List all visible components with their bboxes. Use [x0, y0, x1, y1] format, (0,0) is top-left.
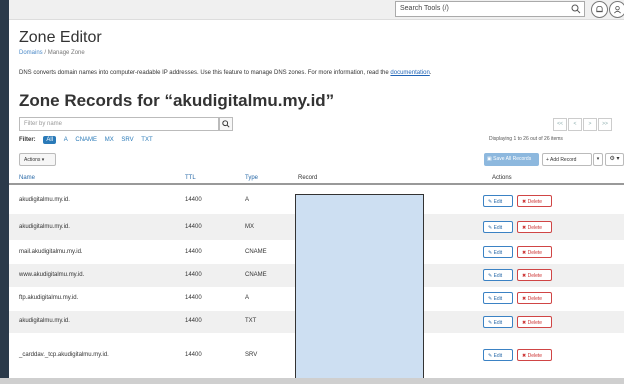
delete-button[interactable]: ✖ Delete: [517, 269, 552, 281]
row-type: SRV: [245, 352, 258, 358]
edit-button[interactable]: ✎ Edit: [483, 246, 513, 258]
bottom-scroll-strip: [0, 378, 624, 384]
search-tools-input[interactable]: Search Tools (/): [395, 1, 585, 17]
search-icon[interactable]: [571, 4, 581, 14]
search-icon: [222, 120, 230, 128]
last-page-button[interactable]: >>: [598, 118, 612, 131]
edit-button[interactable]: ✎ Edit: [483, 269, 513, 281]
edit-button[interactable]: ✎ Edit: [483, 316, 513, 328]
edit-button[interactable]: ✎ Edit: [483, 195, 513, 207]
notifications-button[interactable]: [591, 1, 608, 18]
search-placeholder: Search Tools (/): [400, 5, 449, 12]
row-ttl: 14400: [185, 352, 202, 358]
filter-row: Filter: All A CNAME MX SRV TXT: [19, 136, 153, 144]
user-icon: [614, 5, 621, 14]
breadcrumb: Domains / Manage Zone: [19, 50, 85, 56]
filter-by-name-input[interactable]: Filter by name: [19, 117, 219, 131]
display-count: Displaying 1 to 26 out of 26 items: [489, 136, 563, 142]
edit-button[interactable]: ✎ Edit: [483, 349, 513, 361]
header-type[interactable]: Type: [245, 175, 258, 181]
filter-chip-cname[interactable]: CNAME: [75, 137, 97, 143]
save-all-label: Save All Records: [493, 156, 532, 162]
page-title: Zone Editor: [19, 29, 102, 46]
delete-button[interactable]: ✖ Delete: [517, 316, 552, 328]
row-type: A: [245, 295, 250, 301]
edit-button[interactable]: ✎ Edit: [483, 292, 513, 304]
documentation-link[interactable]: documentation: [390, 70, 429, 76]
first-page-button[interactable]: <<: [553, 118, 567, 131]
delete-button[interactable]: ✖ Delete: [517, 195, 552, 207]
header-actions: Actions: [492, 175, 512, 181]
breadcrumb-separator: /: [44, 50, 47, 56]
zone-records-heading: Zone Records for “akudigitalmu.my.id”: [19, 91, 335, 110]
row-type: CNAME: [245, 272, 267, 278]
zone-editor-page: Search Tools (/) Zone Editor Domains / M…: [9, 0, 624, 384]
row-ttl: 14400: [185, 318, 202, 324]
filter-chip-all[interactable]: All: [43, 136, 57, 144]
header-record: Record: [298, 175, 318, 181]
intro-period: .: [429, 70, 432, 76]
intro-body: DNS converts domain names into computer-…: [19, 70, 389, 76]
add-record-button[interactable]: + Add Record: [542, 153, 592, 166]
breadcrumb-domains-link[interactable]: Domains: [19, 50, 43, 56]
left-edge: [0, 0, 9, 384]
delete-button[interactable]: ✖ Delete: [517, 292, 552, 304]
row-name: ftp.akudigitalmu.my.id.: [19, 295, 79, 301]
redacted-record-values: [295, 194, 424, 379]
row-name: akudigitalmu.my.id.: [19, 224, 70, 230]
filter-chip-a[interactable]: A: [64, 137, 68, 143]
row-type: TXT: [245, 318, 257, 324]
next-page-button[interactable]: >: [583, 118, 597, 131]
header-name[interactable]: Name: [19, 175, 35, 181]
pagination: << < > >>: [553, 118, 612, 131]
row-name: _carddav._tcp.akudigitalmu.my.id.: [19, 352, 109, 358]
table-header: Name TTL Type Record Actions: [9, 172, 624, 185]
filter-chip-srv[interactable]: SRV: [121, 137, 133, 143]
prev-page-button[interactable]: <: [568, 118, 582, 131]
add-record-caret[interactable]: ▾: [593, 153, 603, 166]
row-ttl: 14400: [185, 272, 202, 278]
delete-button[interactable]: ✖ Delete: [517, 246, 552, 258]
user-menu-button[interactable]: [609, 1, 624, 18]
actions-dropdown[interactable]: Actions ▾: [19, 153, 56, 166]
delete-button[interactable]: ✖ Delete: [517, 349, 552, 361]
row-ttl: 14400: [185, 224, 202, 230]
breadcrumb-current: Manage Zone: [47, 50, 85, 56]
row-type: CNAME: [245, 249, 267, 255]
row-type: A: [245, 197, 250, 203]
edit-button[interactable]: ✎ Edit: [483, 221, 513, 233]
row-name: akudigitalmu.my.id.: [19, 197, 70, 203]
filter-chip-mx[interactable]: MX: [105, 137, 114, 143]
settings-gear-button[interactable]: ⚙ ▾: [605, 153, 624, 166]
row-ttl: 14400: [185, 295, 202, 301]
row-name: akudigitalmu.my.id.: [19, 318, 70, 324]
row-ttl: 14400: [185, 249, 202, 255]
row-name: www.akudigitalmu.my.id.: [19, 272, 85, 278]
row-ttl: 14400: [185, 197, 202, 203]
row-type: MX: [245, 224, 254, 230]
filter-search-button[interactable]: [219, 117, 233, 131]
bell-icon: [596, 5, 603, 13]
intro-text: DNS converts domain names into computer-…: [19, 70, 431, 76]
top-bar: Search Tools (/): [9, 0, 624, 20]
save-all-records-button[interactable]: ▣ Save All Records: [484, 153, 539, 166]
save-icon: ▣: [487, 156, 492, 162]
filter-chip-txt[interactable]: TXT: [141, 137, 152, 143]
delete-button[interactable]: ✖ Delete: [517, 221, 552, 233]
row-name: mail.akudigitalmu.my.id.: [19, 249, 83, 255]
filter-label: Filter:: [19, 137, 36, 143]
header-ttl[interactable]: TTL: [185, 175, 196, 181]
